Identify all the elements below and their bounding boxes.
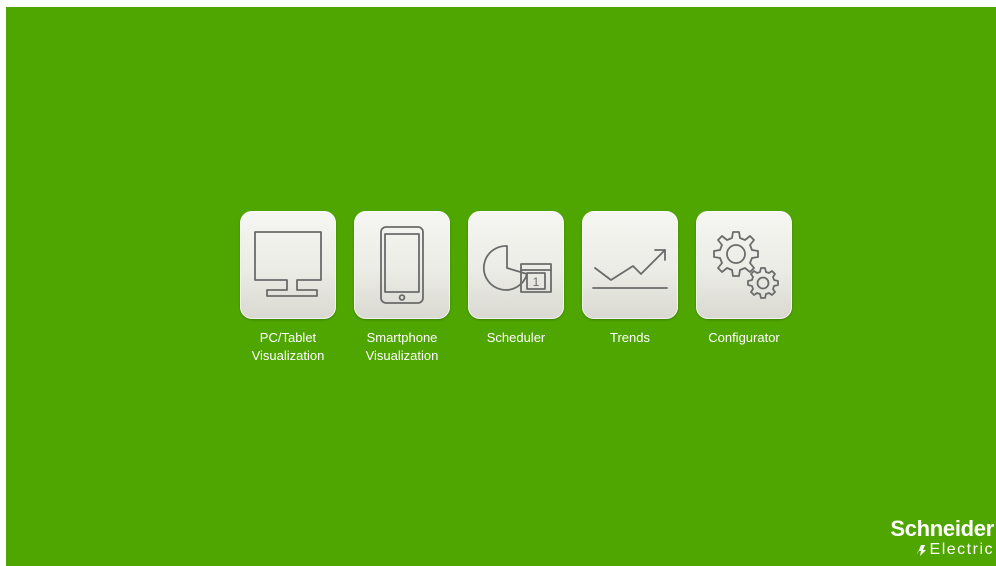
app-label: Configurator — [708, 330, 780, 345]
app-label: Smartphone Visualization — [365, 330, 439, 363]
brand-name: Schneider — [890, 516, 994, 541]
app-configurator[interactable]: Configurator — [687, 211, 801, 365]
home-screen: PC/Tablet Visualization Smartphone Visua… — [6, 7, 996, 566]
app-label: Scheduler — [486, 330, 546, 345]
monitor-icon — [254, 231, 322, 297]
app-launcher: PC/Tablet Visualization Smartphone Visua… — [231, 211, 801, 365]
app-tile[interactable] — [240, 211, 336, 319]
app-smartphone-visualization[interactable]: Smartphone Visualization — [345, 211, 459, 365]
app-tile[interactable] — [696, 211, 792, 319]
app-tile[interactable]: 1 — [468, 211, 564, 319]
calendar-day: 1 — [533, 275, 540, 289]
app-label: Trends — [610, 330, 650, 345]
smartphone-icon — [380, 226, 424, 304]
trend-chart-icon — [592, 249, 668, 289]
app-tile[interactable] — [354, 211, 450, 319]
app-scheduler[interactable]: 1 Scheduler — [459, 211, 573, 365]
schneider-electric-logo: Schneider Electric — [844, 517, 994, 562]
schneider-logo-icon — [916, 545, 926, 556]
scheduler-icon: 1 — [482, 245, 552, 293]
gears-icon — [713, 231, 779, 299]
app-trends[interactable]: Trends — [573, 211, 687, 365]
brand-subline: Electric — [914, 541, 994, 559]
app-pc-tablet-visualization[interactable]: PC/Tablet Visualization — [231, 211, 345, 365]
app-label: PC/Tablet Visualization — [251, 330, 325, 363]
app-tile[interactable] — [582, 211, 678, 319]
